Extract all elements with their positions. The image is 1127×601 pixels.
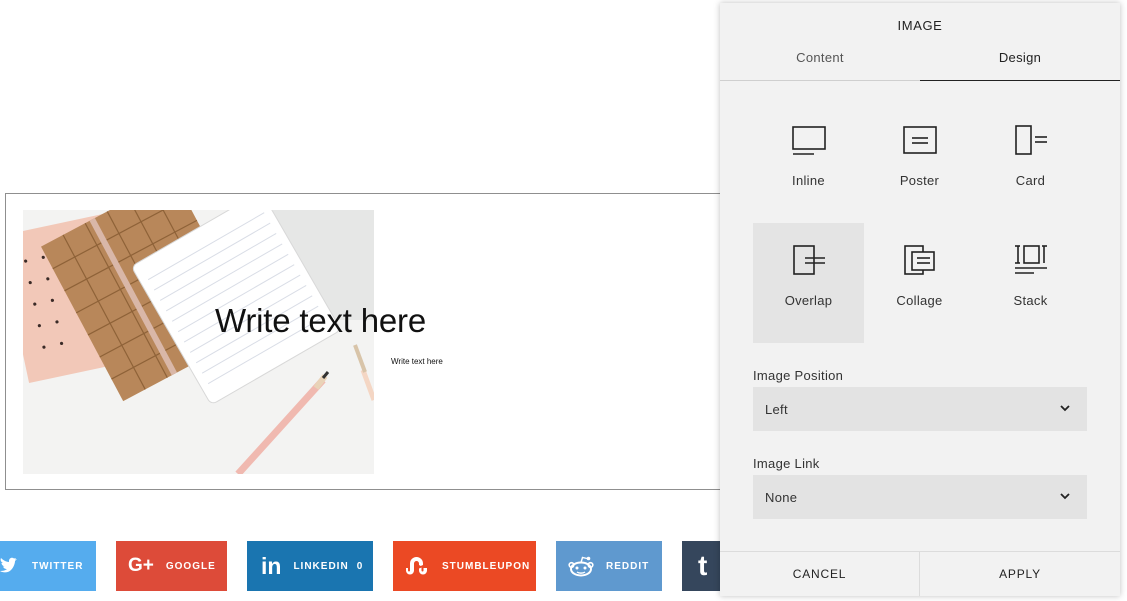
linkedin-share-count: 0: [356, 560, 364, 572]
google-label: GOOGLE: [165, 560, 216, 572]
stationery-photo[interactable]: [23, 210, 374, 474]
panel-tabs: Content Design: [720, 46, 1120, 81]
overlay-heading[interactable]: Write text here: [215, 302, 426, 340]
tab-design[interactable]: Design: [920, 46, 1120, 81]
stack-layout-icon: [1014, 245, 1047, 274]
photo-artwork: [23, 210, 374, 474]
image-link-value: None: [765, 489, 798, 505]
inline-layout-icon: [791, 126, 826, 155]
share-buttons-row: TWITTER G+ GOOGLE in LINKEDIN 0 STUMBLEU…: [0, 541, 760, 591]
google-share-button[interactable]: G+ GOOGLE: [116, 541, 227, 591]
reddit-share-button[interactable]: REDDIT: [556, 541, 662, 591]
cancel-button[interactable]: CANCEL: [720, 552, 920, 596]
overlap-layout-icon: [792, 245, 825, 275]
linkedin-in-icon: in: [261, 552, 282, 579]
image-position-value: Left: [765, 401, 788, 417]
layout-option-overlap[interactable]: Overlap: [753, 223, 864, 343]
card-layout-icon: [1014, 125, 1047, 155]
image-link-select[interactable]: None: [753, 475, 1087, 519]
linkedin-label: LINKEDIN: [293, 560, 349, 572]
linkedin-share-button[interactable]: in LINKEDIN 0: [247, 541, 373, 591]
layout-label-collage: Collage: [896, 293, 943, 308]
layout-label-inline: Inline: [792, 173, 825, 188]
layout-label-card: Card: [1015, 173, 1046, 188]
twitter-bird-icon: [0, 557, 20, 575]
stumbleupon-icon: [404, 557, 430, 575]
tab-content[interactable]: Content: [720, 46, 920, 81]
tumblr-t-icon: t: [698, 550, 708, 581]
google-plus-icon: G+: [128, 555, 154, 576]
panel-title: IMAGE: [897, 18, 943, 33]
layout-option-collage[interactable]: Collage: [864, 223, 975, 343]
layout-option-poster[interactable]: Poster: [864, 103, 975, 223]
chevron-down-icon: [1060, 493, 1070, 500]
stumbleupon-label: STUMBLEUPON: [442, 560, 531, 572]
twitter-label: TWITTER: [32, 560, 84, 572]
image-position-label: Image Position: [753, 368, 844, 383]
image-link-label: Image Link: [753, 456, 820, 471]
layout-options: Inline Poster Card Overlap Collage Stack: [753, 103, 1087, 343]
twitter-share-button[interactable]: TWITTER: [0, 541, 96, 591]
layout-option-inline[interactable]: Inline: [753, 103, 864, 223]
chevron-down-icon: [1060, 405, 1070, 412]
layout-label-poster: Poster: [899, 173, 940, 188]
image-settings-panel: IMAGE Content Design Inline Poster Card …: [720, 3, 1120, 596]
image-block[interactable]: Write text here Write text here: [5, 193, 765, 490]
layout-option-card[interactable]: Card: [975, 103, 1086, 223]
stumbleupon-share-button[interactable]: STUMBLEUPON: [393, 541, 536, 591]
apply-button[interactable]: APPLY: [920, 552, 1120, 596]
layout-label-overlap: Overlap: [784, 293, 833, 308]
image-position-select[interactable]: Left: [753, 387, 1087, 431]
panel-footer: CANCEL APPLY: [720, 551, 1120, 596]
poster-layout-icon: [902, 126, 937, 154]
collage-layout-icon: [903, 245, 935, 275]
overlay-body-text[interactable]: Write text here: [391, 357, 443, 366]
layout-label-stack: Stack: [1013, 293, 1048, 308]
reddit-label: REDDIT: [606, 560, 650, 572]
layout-option-stack[interactable]: Stack: [975, 223, 1086, 343]
reddit-alien-icon: [568, 555, 594, 577]
